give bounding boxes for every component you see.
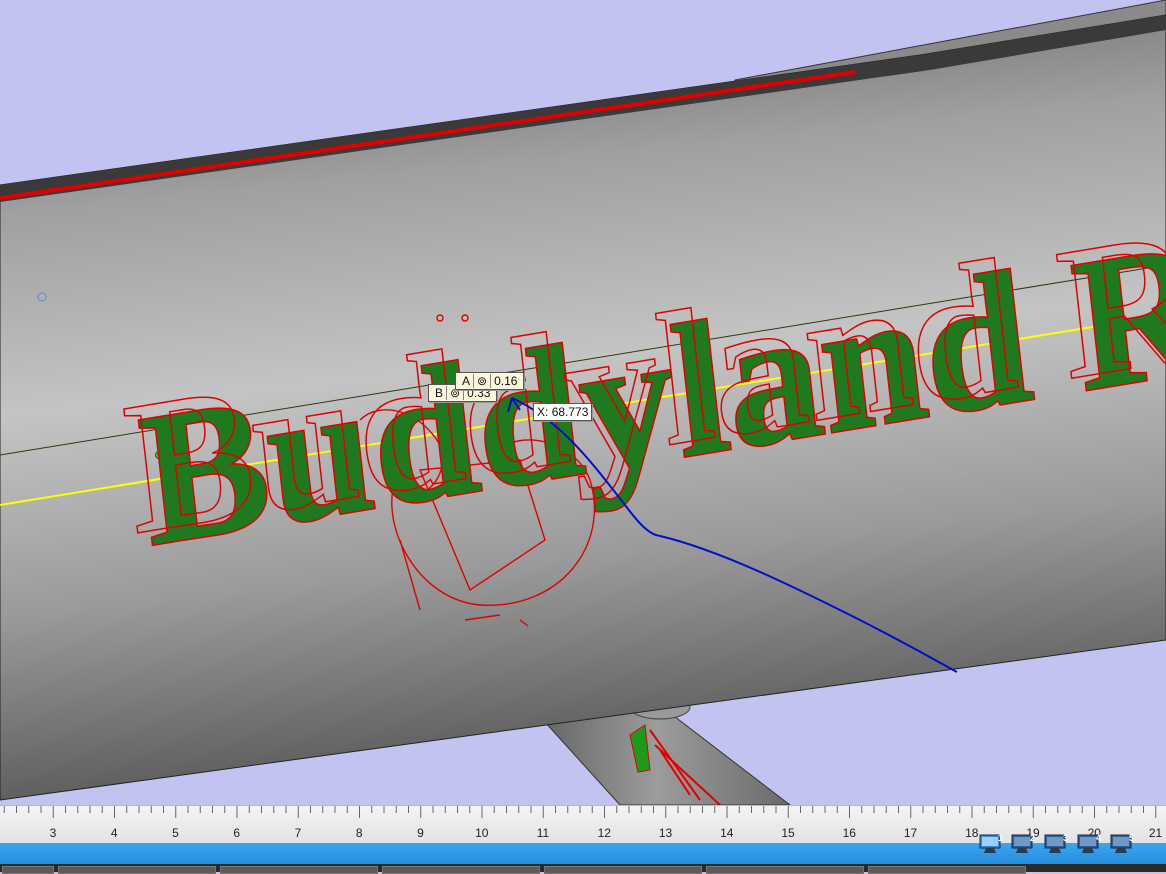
ruler-label: 8 [355, 826, 363, 840]
taskbar-item[interactable] [544, 866, 702, 874]
taskbar-item[interactable] [706, 866, 864, 874]
ruler-label: 7 [294, 826, 302, 840]
taskbar-item[interactable] [2, 866, 54, 874]
ruler-label: 13 [658, 826, 673, 840]
tag-x-label: X: [537, 405, 549, 419]
ruler-label: 9 [417, 826, 424, 840]
ruler-label: 5 [172, 826, 179, 840]
ruler-label: 14 [720, 826, 734, 840]
ruler-label: 18 [965, 826, 979, 840]
3d-viewport[interactable]: Buddyland Race Buddyland Race B ⊚ 0.33 A ⊚ 0… [0, 0, 1166, 805]
tag-a-label: A [459, 374, 475, 388]
ruler-label: 3 [49, 826, 57, 840]
taskbar-item[interactable] [58, 866, 216, 874]
ruler-label: 11 [536, 826, 550, 840]
ruler-ticks [3, 806, 1157, 818]
ruler-label: 15 [781, 826, 795, 840]
ruler-label: 17 [903, 826, 918, 840]
ruler-label: 16 [842, 826, 856, 840]
dimension-tag-x[interactable]: X: 68.773 [533, 403, 593, 421]
scene-button-2[interactable]: 2 [1010, 832, 1036, 854]
dimension-tag-a[interactable]: A ⊚ 0.16 [455, 372, 525, 390]
scene-button-5[interactable]: 5 [1109, 832, 1135, 854]
taskbar-item[interactable] [868, 866, 1026, 874]
scene-number: 4 [1095, 833, 1101, 843]
scene-button-1[interactable]: 1 [978, 832, 1004, 854]
tag-b-label: B [432, 386, 448, 400]
scene-number: 1 [997, 833, 1003, 843]
scene-number: 2 [1029, 833, 1035, 843]
scene-number: 3 [1062, 833, 1068, 843]
ruler-label: 12 [597, 826, 611, 840]
tag-a-value: 0.16 [494, 374, 518, 388]
taskbar-item[interactable] [382, 866, 540, 874]
ruler-label: 10 [475, 826, 489, 840]
scene-number: 5 [1128, 833, 1134, 843]
ruler-label: 4 [110, 826, 118, 840]
ruler-label: 6 [233, 826, 241, 840]
taskbar-item[interactable] [220, 866, 378, 874]
scene-button-4[interactable]: 4 [1076, 832, 1102, 854]
ruler-label: 21 [1148, 826, 1163, 840]
tag-a-symbol: ⊚ [474, 374, 492, 388]
scene-button-3[interactable]: 3 [1043, 832, 1069, 854]
tag-x-value: 68.773 [551, 405, 589, 419]
